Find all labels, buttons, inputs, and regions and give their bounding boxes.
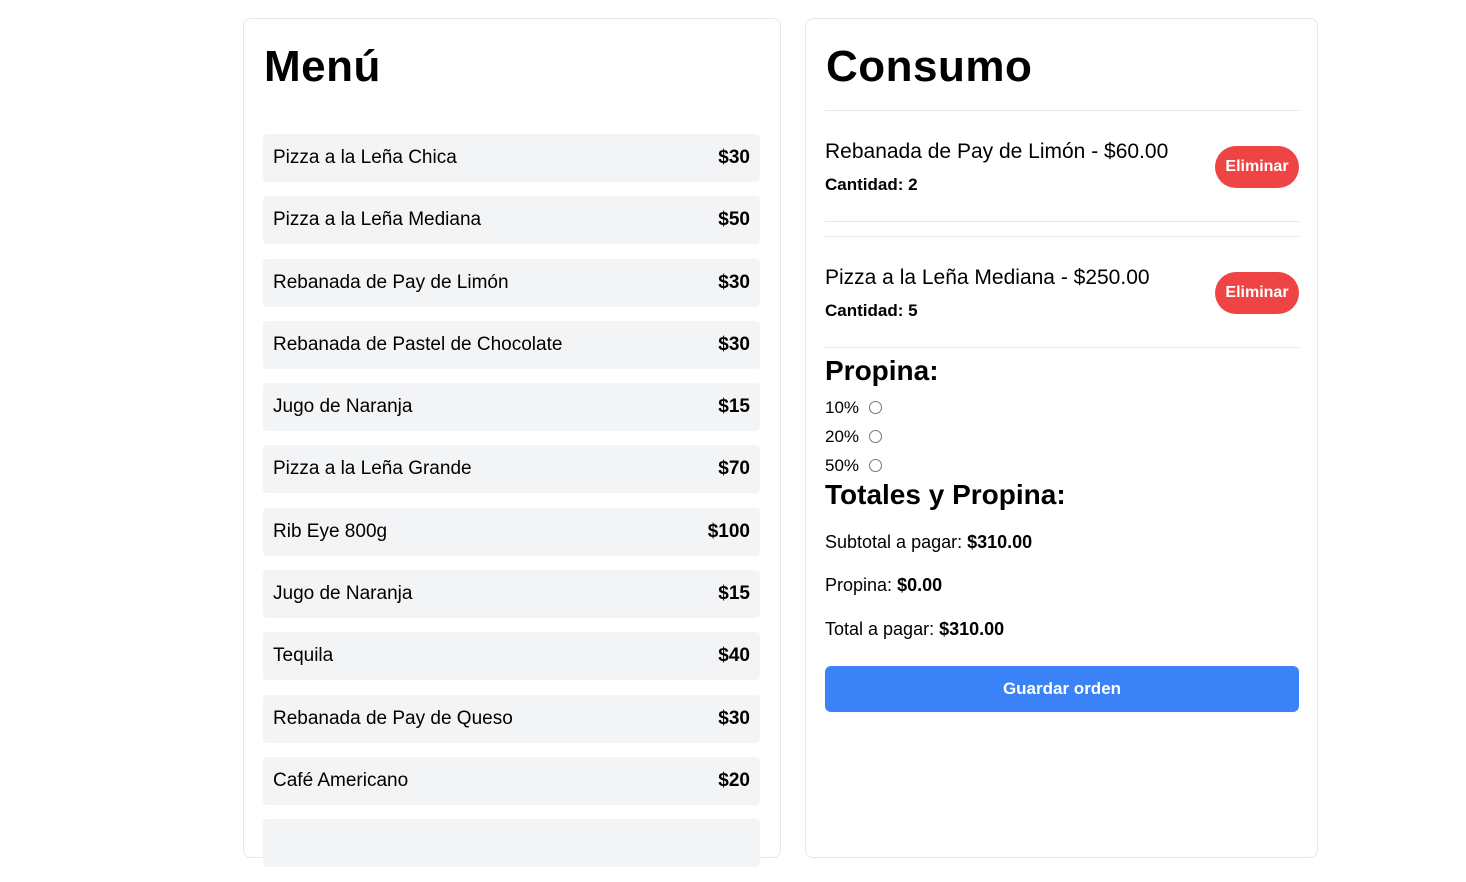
tip-option-label[interactable]: 50% [825, 456, 869, 476]
tip-option-50: 50% [825, 451, 882, 480]
subtotal-label: Subtotal a pagar: [825, 532, 963, 552]
menu-item-price: $40 [718, 645, 750, 667]
tip-radio-50[interactable] [869, 459, 882, 472]
menu-item-price: $15 [718, 396, 750, 418]
subtotal-line: Subtotal a pagar: $310.00 [825, 532, 1032, 553]
tip-option-label[interactable]: 10% [825, 398, 869, 418]
order-item-line: Pizza a la Leña Mediana - $250.00 [825, 266, 1150, 289]
menu-item-price: $20 [718, 769, 750, 791]
tip-title: Propina: [825, 355, 939, 386]
menu-item-price: $30 [718, 271, 750, 293]
menu-item[interactable] [263, 819, 760, 868]
menu-item-price: $15 [718, 583, 750, 605]
tip-options: 10% 20% 50% [825, 393, 882, 480]
order-item: Rebanada de Pay de Limón - $60.00 Cantid… [825, 110, 1299, 222]
menu-item-price: $70 [718, 458, 750, 480]
order-item-line: Rebanada de Pay de Limón - $60.00 [825, 140, 1169, 163]
menu-item[interactable]: Tequila $40 [263, 632, 760, 681]
menu-item[interactable]: Pizza a la Leña Mediana $50 [263, 196, 760, 245]
menu-item-price: $30 [718, 147, 750, 168]
tip-value: $0.00 [897, 575, 943, 595]
totals-title: Totales y Propina: [825, 479, 1066, 510]
menu-item[interactable]: Rebanada de Pay de Limón $30 [263, 258, 760, 307]
consumo-title: Consumo [826, 42, 1033, 91]
menu-item-name: Pizza a la Leña Grande [273, 458, 472, 480]
menu-item-name: Rib Eye 800g [273, 520, 388, 542]
tip-radio-20[interactable] [869, 430, 882, 443]
save-order-button[interactable]: Guardar orden [825, 666, 1299, 712]
menu-item-name: Rebanada de Pastel de Chocolate [273, 333, 563, 355]
order-item-quantity: Cantidad: 2 [825, 175, 918, 194]
menu-item[interactable]: Rebanada de Pay de Queso $30 [263, 694, 760, 743]
delete-button[interactable]: Eliminar [1215, 146, 1299, 188]
menu-item-name: Tequila [273, 645, 334, 667]
menu-item[interactable]: Rebanada de Pastel de Chocolate $30 [263, 320, 760, 369]
subtotal-value: $310.00 [967, 532, 1033, 552]
menu-item-name: Pizza a la Leña Chica [273, 147, 457, 168]
menu-item[interactable]: Pizza a la Leña Chica $30 [263, 134, 760, 182]
tip-option-10: 10% [825, 393, 882, 422]
tip-label: Propina: [825, 575, 893, 595]
tip-option-label[interactable]: 20% [825, 427, 869, 447]
order-list: Rebanada de Pay de Limón - $60.00 Cantid… [825, 110, 1299, 362]
consumo-panel: Consumo Rebanada de Pay de Limón - $60.0… [805, 18, 1318, 858]
menu-item[interactable]: Jugo de Naranja $15 [263, 570, 760, 619]
total-value: $310.00 [939, 619, 1005, 639]
menu-item-name: Rebanada de Pay de Limón [273, 271, 509, 293]
menu-list: Pizza a la Leña Chica $30 Pizza a la Leñ… [263, 134, 760, 882]
menu-item-name: Jugo de Naranja [273, 396, 413, 418]
tip-radio-10[interactable] [869, 401, 882, 414]
total-label: Total a pagar: [825, 619, 935, 639]
order-item-quantity: Cantidad: 5 [825, 301, 918, 320]
menu-item-name: Jugo de Naranja [273, 583, 413, 605]
menu-item[interactable]: Pizza a la Leña Grande $70 [263, 445, 760, 494]
menu-item-name: Café Americano [273, 769, 409, 791]
menu-item-name: Pizza a la Leña Mediana [273, 209, 482, 231]
tip-line: Propina: $0.00 [825, 575, 942, 596]
menu-item[interactable]: Rib Eye 800g $100 [263, 507, 760, 556]
menu-item-price: $30 [718, 707, 750, 729]
tip-option-20: 20% [825, 422, 882, 451]
total-line: Total a pagar: $310.00 [825, 619, 1004, 640]
menu-item-price: $100 [707, 520, 750, 542]
menu-item-price: $50 [718, 209, 750, 231]
order-item: Pizza a la Leña Mediana - $250.00 Cantid… [825, 236, 1299, 348]
menu-panel: Menú Pizza a la Leña Chica $30 Pizza a l… [243, 18, 781, 868]
menu-item-name: Rebanada de Pay de Queso [273, 707, 513, 729]
delete-button[interactable]: Eliminar [1215, 272, 1299, 314]
menu-item-price: $30 [718, 333, 750, 355]
menu-item[interactable]: Café Americano $20 [263, 756, 760, 805]
menu-title: Menú [264, 42, 381, 91]
menu-item[interactable]: Jugo de Naranja $15 [263, 383, 760, 432]
